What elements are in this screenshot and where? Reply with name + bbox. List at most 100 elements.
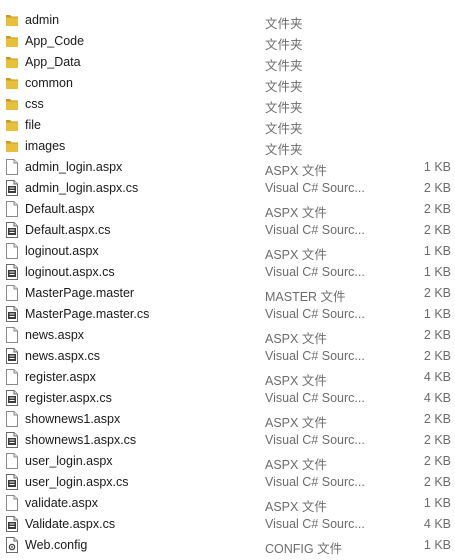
file-row[interactable]: App_Code 文件夹 <box>0 30 455 52</box>
file-row[interactable]: MasterPage.master MASTER 文件 2 KB <box>0 282 455 304</box>
file-name: register.aspx <box>25 370 96 384</box>
csharp-file-icon <box>5 180 19 196</box>
file-type: CONFIG 文件 <box>265 542 343 556</box>
file-name: MasterPage.master.cs <box>25 307 150 321</box>
file-type: Visual C# Sourc... <box>265 475 365 489</box>
file-row[interactable]: common 文件夹 <box>0 72 455 94</box>
file-name: Default.aspx.cs <box>25 223 111 237</box>
file-size: 2 KB <box>423 286 451 300</box>
file-name: shownews1.aspx <box>25 412 121 426</box>
file-row[interactable]: MasterPage.master.cs Visual C# Sourc... … <box>0 303 455 324</box>
folder-icon <box>5 54 19 70</box>
csharp-file-icon <box>5 390 19 406</box>
file-row[interactable]: news.aspx.cs Visual C# Sourc... 2 KB <box>0 345 455 366</box>
file-size: 1 KB <box>423 538 451 552</box>
folder-icon <box>5 12 19 28</box>
file-name: css <box>25 97 44 111</box>
file-name: Default.aspx <box>25 202 95 216</box>
file-name: App_Code <box>25 34 85 48</box>
folder-icon <box>5 75 19 91</box>
document-icon <box>5 243 19 259</box>
file-size: 4 KB <box>423 391 451 405</box>
csharp-file-icon <box>5 474 19 490</box>
document-icon <box>5 453 19 469</box>
folder-icon <box>5 117 19 133</box>
csharp-file-icon <box>5 516 19 532</box>
file-row[interactable]: admin_login.aspx.cs Visual C# Sourc... 2… <box>0 177 455 198</box>
document-icon <box>5 201 19 217</box>
document-icon <box>5 327 19 343</box>
file-list: admin 文件夹 App_Code 文件夹 App_Data 文件夹 comm… <box>0 0 455 560</box>
file-size: 1 KB <box>423 160 451 174</box>
file-name: file <box>25 118 41 132</box>
file-row[interactable]: file 文件夹 <box>0 114 455 136</box>
file-name: user_login.aspx.cs <box>25 475 129 489</box>
file-name: news.aspx.cs <box>25 349 101 363</box>
file-size: 1 KB <box>423 265 451 279</box>
file-row[interactable]: Web.config CONFIG 文件 1 KB <box>0 534 455 556</box>
csharp-file-icon <box>5 432 19 448</box>
file-size: 2 KB <box>423 412 451 426</box>
csharp-file-icon <box>5 348 19 364</box>
file-name: validate.aspx <box>25 496 98 510</box>
document-icon <box>5 369 19 385</box>
folder-icon <box>5 33 19 49</box>
file-type: Visual C# Sourc... <box>265 433 365 447</box>
file-size: 2 KB <box>423 181 451 195</box>
file-row[interactable]: register.aspx ASPX 文件 4 KB <box>0 366 455 388</box>
file-size: 4 KB <box>423 517 451 531</box>
document-icon <box>5 495 19 511</box>
file-size: 2 KB <box>423 223 451 237</box>
file-row[interactable]: css 文件夹 <box>0 93 455 115</box>
csharp-file-icon <box>5 306 19 322</box>
file-type: Visual C# Sourc... <box>265 223 365 237</box>
file-size: 2 KB <box>423 349 451 363</box>
file-row[interactable]: user_login.aspx ASPX 文件 2 KB <box>0 450 455 472</box>
file-row[interactable]: admin_login.aspx ASPX 文件 1 KB <box>0 156 455 178</box>
file-type: Visual C# Sourc... <box>265 391 365 405</box>
file-size: 2 KB <box>423 454 451 468</box>
file-row[interactable]: loginout.aspx.cs Visual C# Sourc... 1 KB <box>0 261 455 282</box>
csharp-file-icon <box>5 264 19 280</box>
file-name: Web.config <box>25 538 88 552</box>
file-row[interactable]: App_Data 文件夹 <box>0 51 455 73</box>
file-name: Validate.aspx.cs <box>25 517 116 531</box>
file-name: admin <box>25 13 60 27</box>
csharp-file-icon <box>5 222 19 238</box>
file-name: loginout.aspx <box>25 244 99 258</box>
file-row[interactable]: images 文件夹 <box>0 135 455 157</box>
file-row[interactable]: Validate.aspx.cs Visual C# Sourc... 4 KB <box>0 513 455 534</box>
file-name: user_login.aspx <box>25 454 113 468</box>
file-size: 4 KB <box>423 370 451 384</box>
file-type: Visual C# Sourc... <box>265 307 365 321</box>
file-row[interactable]: shownews1.aspx ASPX 文件 2 KB <box>0 408 455 430</box>
file-name: admin_login.aspx.cs <box>25 181 139 195</box>
file-row[interactable]: user_login.aspx.cs Visual C# Sourc... 2 … <box>0 471 455 492</box>
document-icon <box>5 285 19 301</box>
file-name: admin_login.aspx <box>25 160 123 174</box>
file-row[interactable]: admin 文件夹 <box>0 9 455 31</box>
file-name: news.aspx <box>25 328 85 342</box>
file-name: images <box>25 139 66 153</box>
folder-icon <box>5 138 19 154</box>
file-name: loginout.aspx.cs <box>25 265 115 279</box>
file-type: Visual C# Sourc... <box>265 181 365 195</box>
file-row[interactable]: Default.aspx.cs Visual C# Sourc... 2 KB <box>0 219 455 240</box>
file-name: MasterPage.master <box>25 286 135 300</box>
file-size: 2 KB <box>423 328 451 342</box>
file-row[interactable]: Default.aspx ASPX 文件 2 KB <box>0 198 455 220</box>
file-row[interactable]: register.aspx.cs Visual C# Sourc... 4 KB <box>0 387 455 408</box>
file-name: shownews1.aspx.cs <box>25 433 137 447</box>
file-row[interactable]: shownews1.aspx.cs Visual C# Sourc... 2 K… <box>0 429 455 450</box>
file-row[interactable]: validate.aspx ASPX 文件 1 KB <box>0 492 455 514</box>
file-row[interactable]: news.aspx ASPX 文件 2 KB <box>0 324 455 346</box>
file-row[interactable]: loginout.aspx ASPX 文件 1 KB <box>0 240 455 262</box>
file-type: Visual C# Sourc... <box>265 349 365 363</box>
file-name: App_Data <box>25 55 81 69</box>
file-type: Visual C# Sourc... <box>265 517 365 531</box>
file-name: common <box>25 76 73 90</box>
config-file-icon <box>5 537 19 553</box>
file-size: 1 KB <box>423 244 451 258</box>
folder-icon <box>5 96 19 112</box>
document-icon <box>5 159 19 175</box>
